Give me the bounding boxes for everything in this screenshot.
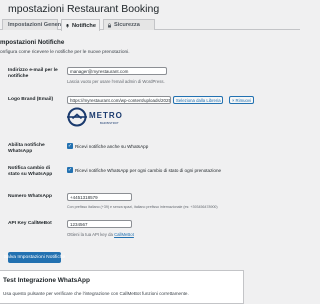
tab-label: Notifiche [72,22,96,29]
email-field[interactable]: manager@myrestaurant.com [67,67,167,75]
tab-general-settings[interactable]: Impostazioni Generali [2,19,66,30]
api-key-label: API Key CallMeBot [8,221,52,226]
whatsapp-number-description: Con prefisso italiano (+39) e senza spaz… [67,205,218,209]
tab-bar: Impostazioni Generali Notifiche Sicurezz… [0,18,300,31]
callmebot-link[interactable]: CallMeBot [114,232,134,237]
whatsapp-status-row: ✓ Ricevi notifiche WhatsApp per ogni cam… [67,167,221,173]
section-title: mpostazioni Notifiche [0,39,65,46]
logo-subtext: BAR BISTROT [100,121,119,125]
logo-url-field[interactable]: https://myrestaurant.com/wp-content/uplo… [67,96,171,104]
whatsapp-number-field[interactable]: +4451318579 [67,193,132,201]
bell-icon [66,24,69,28]
whatsapp-enable-checkbox-label: Ricevi notifiche anche su WhatsApp [75,143,149,149]
whatsapp-status-checkbox-label: Ricevi notifiche WhatsApp per ogni cambi… [75,167,222,173]
lock-icon [108,22,111,27]
section-description: onfigura come ricevere le notifiche per … [0,50,130,55]
whatsapp-number-label: Numero WhatsApp [8,194,53,199]
email-label: Indirizzo e-mail per le notifiche [8,68,58,79]
whatsapp-status-checkbox[interactable]: ✓ [67,167,73,173]
logo-label: Logo Brand (Email) [8,97,54,102]
tab-security[interactable]: Sicurezza [103,19,155,30]
tab-label: Impostazioni Generali [8,22,67,28]
whatsapp-enable-checkbox[interactable]: ✓ [67,143,73,149]
brand-logo-preview: METRO BAR BISTROT [67,107,123,127]
api-key-field[interactable]: 1234567 [67,220,132,228]
card-text: Usa questo pulsante per verificare che l… [3,291,189,296]
remove-button-label: Rimuovi [235,97,252,103]
api-key-description: Ottieni la tua API key da CallMeBot [67,232,134,237]
tab-notifications[interactable]: Notifiche [61,19,100,31]
whatsapp-status-label: Notifica cambio di stato su WhatsApp [8,166,53,177]
api-key-description-text: Ottieni la tua API key da [67,232,115,237]
select-from-library-button[interactable]: Seleziona dalla Libreria [173,96,223,104]
logo-text: METRO [89,111,123,120]
email-description: Lascia vuoto per usare l'email admin di … [67,79,165,84]
page-title: mpostazioni Restaurant Booking [8,3,160,15]
remove-logo-button[interactable]: × Rimuovi [229,96,254,104]
whatsapp-test-card: Test Integrazione WhatsApp Usa questo pu… [0,270,244,304]
tab-label: Sicurezza [114,22,140,28]
card-title: Test Integrazione WhatsApp [3,277,90,284]
whatsapp-enable-label: Abilita notifiche WhatsApp [8,143,45,154]
save-button[interactable]: Salva Impostazioni Notifiche [4,252,65,263]
whatsapp-enable-row: ✓ Ricevi notifiche anche su WhatsApp [67,143,148,149]
close-icon: × [232,97,235,103]
